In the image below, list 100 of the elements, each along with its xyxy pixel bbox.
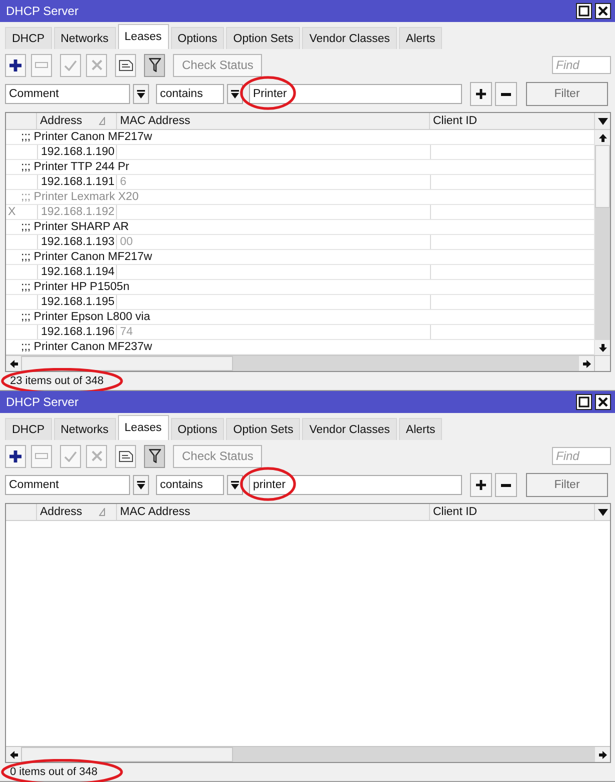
dropdown-button[interactable]	[227, 84, 243, 104]
plus-icon	[9, 450, 22, 462]
vertical-scrollbar[interactable]	[594, 130, 610, 355]
row-comment: ;;; Printer Canon MF217w	[21, 131, 152, 143]
scrollbar-thumb[interactable]	[595, 145, 610, 208]
tab[interactable]: Leases	[118, 415, 169, 440]
filter-value-field[interactable]: printer	[249, 475, 462, 495]
table-cell: 192.168.1.191	[37, 175, 117, 189]
dropdown-button[interactable]	[133, 84, 149, 104]
operator-dropdown[interactable]: contains	[156, 84, 224, 104]
dropdown-arrow-icon	[137, 90, 145, 98]
find-field[interactable]: Find	[552, 447, 611, 465]
row-comment: ;;; Printer HP P1505n	[21, 281, 130, 293]
arrow-left-icon	[10, 750, 18, 758]
x-icon	[90, 59, 102, 71]
filter-value-field[interactable]: Printer	[249, 84, 462, 104]
add-button[interactable]	[5, 444, 26, 468]
scrollbar-thumb[interactable]	[21, 356, 233, 371]
close-icon[interactable]	[595, 394, 611, 410]
dropdown-arrow-icon	[231, 480, 239, 490]
column-header[interactable]: Address	[37, 504, 117, 520]
row-comment: ;;; Printer Epson L800 via	[21, 311, 150, 323]
minus-icon	[35, 62, 48, 68]
tab[interactable]: Vendor Classes	[302, 27, 397, 49]
scroll-right-button[interactable]	[579, 356, 594, 371]
close-icon[interactable]	[595, 3, 611, 19]
scrollbar-thumb[interactable]	[21, 747, 233, 762]
dropdown-arrow-icon[interactable]	[598, 118, 608, 124]
table-cell-text: 00	[119, 235, 134, 249]
tab[interactable]: Leases	[118, 24, 169, 49]
row-comment: ;;; Printer Canon MF237w	[21, 341, 152, 353]
add-condition-button[interactable]	[470, 473, 492, 497]
tab[interactable]: DHCP	[5, 27, 52, 49]
comment-button[interactable]	[115, 54, 136, 76]
table-cell: 192.168.1.195	[37, 295, 117, 309]
add-button[interactable]	[5, 54, 26, 76]
property-dropdown[interactable]: Comment	[5, 84, 130, 104]
maximize-icon[interactable]	[576, 394, 592, 410]
minus-icon	[501, 92, 511, 96]
tab[interactable]: Vendor Classes	[302, 418, 397, 440]
table-cell-text: 6	[119, 175, 128, 189]
checkmark-icon	[64, 450, 77, 462]
scrollbar-corner	[594, 356, 610, 371]
tab[interactable]: Networks	[54, 418, 116, 440]
row-comment: ;;; Printer Canon MF217w	[21, 251, 152, 263]
tab[interactable]: Option Sets	[226, 418, 300, 440]
filter-toggle-button[interactable]	[144, 54, 165, 76]
tab[interactable]: Networks	[54, 27, 116, 49]
window-title: DHCP Server	[6, 4, 78, 18]
x-icon	[90, 450, 102, 462]
table-cell: 192.168.1.190	[37, 145, 117, 159]
scroll-left-button[interactable]	[6, 356, 21, 371]
arrow-right-icon	[598, 750, 606, 758]
filter-button[interactable]: Filter	[526, 82, 608, 106]
column-header[interactable]: Client ID	[430, 113, 595, 129]
tab[interactable]: Alerts	[398, 27, 442, 49]
dropdown-arrow-icon	[137, 480, 145, 490]
checkmark-icon	[64, 60, 77, 70]
row-comment: ;;; Printer SHARP AR	[21, 221, 129, 233]
comment-button[interactable]	[115, 444, 136, 468]
scroll-left-button[interactable]	[6, 747, 21, 762]
table-cell: 192.168.1.196	[37, 325, 117, 339]
status-text: 0 items out of 348	[10, 767, 98, 777]
scroll-up-button[interactable]	[595, 130, 610, 145]
funnel-icon	[148, 449, 160, 463]
remove-condition-button[interactable]	[495, 82, 517, 106]
property-dropdown[interactable]: Comment	[5, 475, 130, 495]
tab[interactable]: Alerts	[398, 418, 442, 440]
dropdown-button[interactable]	[227, 475, 243, 495]
dropdown-arrow-icon	[231, 90, 239, 98]
find-field[interactable]: Find	[552, 56, 611, 74]
maximize-icon[interactable]	[576, 3, 592, 19]
column-header[interactable]: MAC Address	[117, 113, 430, 129]
tab[interactable]: Options	[170, 418, 224, 440]
dropdown-button[interactable]	[133, 475, 149, 495]
tab[interactable]: Options	[170, 27, 224, 49]
dropdown-arrow-icon[interactable]	[598, 508, 608, 516]
tab[interactable]: DHCP	[5, 418, 52, 440]
plus-icon	[476, 480, 486, 490]
scroll-down-button[interactable]	[595, 340, 610, 355]
operator-dropdown[interactable]: contains	[156, 475, 224, 495]
column-header[interactable]: Address	[37, 113, 117, 129]
scroll-right-button[interactable]	[595, 747, 610, 762]
column-header[interactable]: MAC Address	[117, 504, 430, 520]
filter-button[interactable]: Filter	[526, 473, 608, 497]
minus-icon	[501, 484, 511, 486]
note-icon	[118, 450, 132, 462]
horizontal-scrollbar[interactable]	[6, 355, 610, 371]
horizontal-scrollbar[interactable]	[6, 746, 610, 762]
arrow-up-icon	[598, 134, 606, 142]
remove-condition-button[interactable]	[495, 473, 517, 497]
plus-icon	[476, 89, 486, 99]
status-text: 23 items out of 348	[10, 376, 104, 386]
arrow-right-icon	[582, 360, 590, 368]
tab[interactable]: Option Sets	[226, 27, 300, 49]
filter-toggle-button[interactable]	[144, 444, 165, 468]
column-header[interactable]: Client ID	[430, 504, 595, 520]
flag-text: X	[8, 206, 16, 218]
arrow-left-icon	[10, 360, 18, 368]
add-condition-button[interactable]	[470, 82, 492, 106]
